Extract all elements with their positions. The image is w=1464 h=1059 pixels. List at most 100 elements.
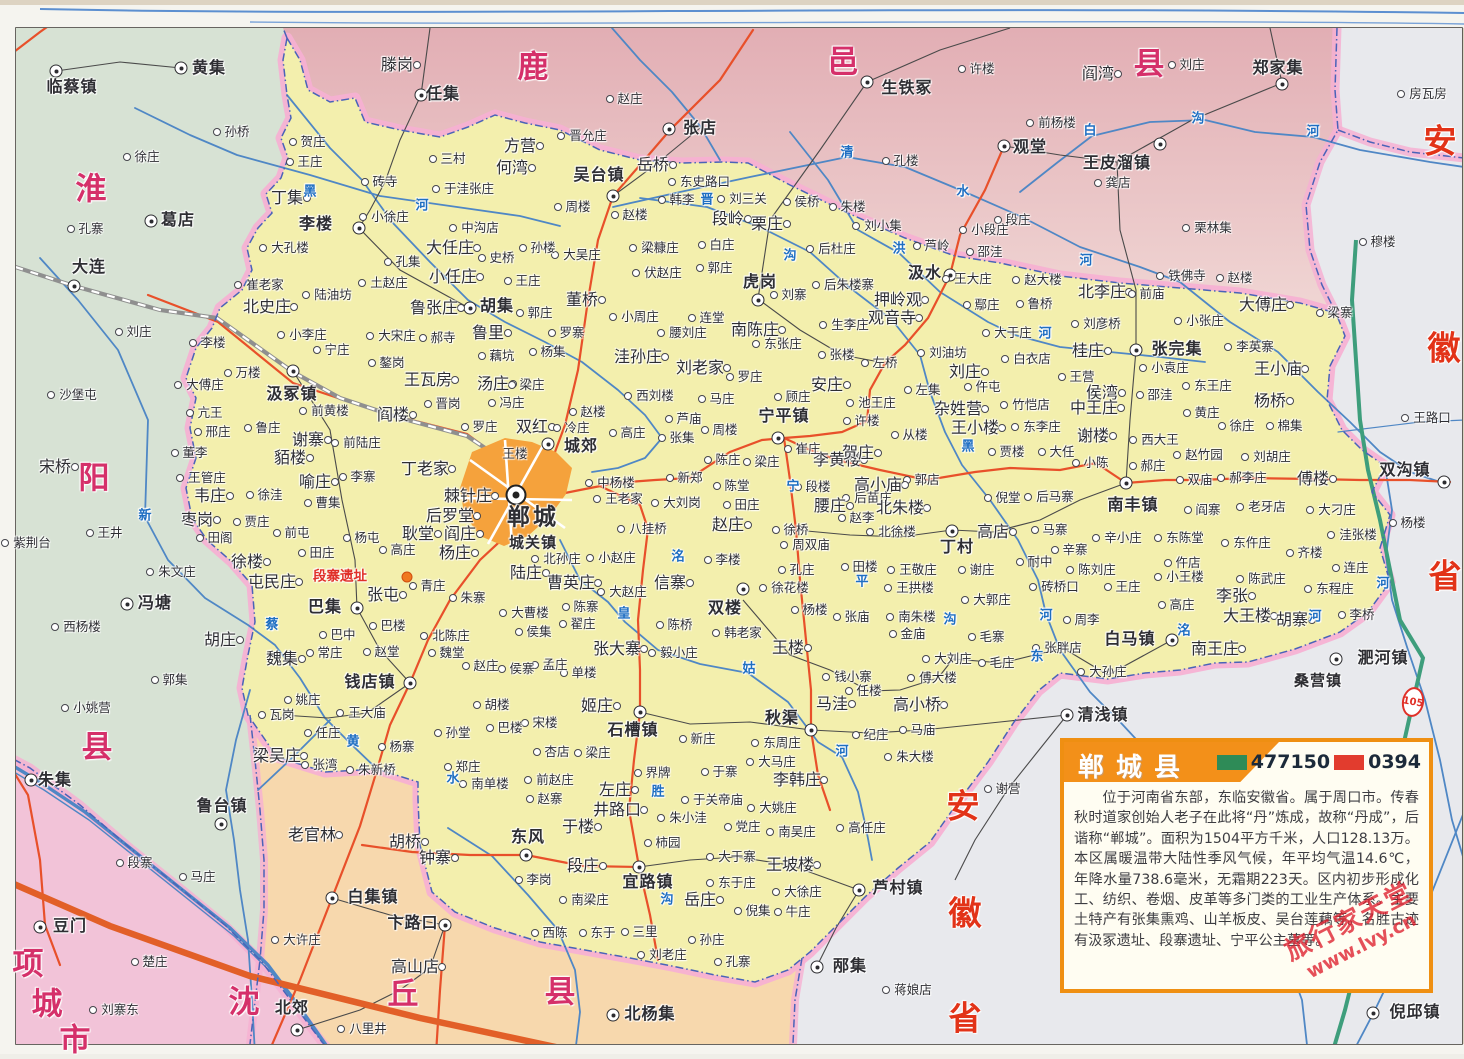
village-dot (171, 449, 179, 457)
village-dot (644, 839, 652, 847)
village-dot (668, 178, 676, 186)
village-label: 阎庄 (444, 526, 476, 542)
village-label: 邢庄 (205, 426, 230, 439)
village-dot (524, 776, 532, 784)
village-dot (891, 431, 899, 439)
village-label: 孙楼 (530, 242, 555, 255)
village-dot (189, 339, 197, 347)
map-page: 郸城县 477150 0394 位于河南省东部，东临安徽省。属于周口市。传春秋时… (0, 0, 1464, 1054)
village-label: 巴楼 (497, 722, 522, 735)
village-dot (244, 424, 252, 432)
village-label: 鲁桥 (1027, 298, 1052, 311)
village-label: 郝寺 (430, 332, 455, 345)
village-label: 辛寨 (1062, 544, 1087, 557)
village-label: 李楼 (715, 554, 740, 567)
village-label: 东于庄 (718, 877, 756, 890)
village-label: 邵洼 (1147, 389, 1172, 402)
village-label: 赵楼 (580, 406, 605, 419)
village-label: 腰庄 (814, 498, 846, 514)
village-label: 杨集 (540, 346, 565, 359)
town-label: 临蔡镇 (46, 79, 97, 95)
village-label: 高任庄 (848, 822, 886, 835)
village-label: 大刁庄 (1318, 504, 1356, 517)
village-label: 大吴庄 (563, 249, 601, 262)
town-dot (121, 598, 134, 611)
village-dot (887, 566, 895, 574)
village-label: 谢寨 (292, 432, 324, 448)
village-dot (1024, 493, 1032, 501)
village-dot (958, 566, 966, 574)
village-label: 小王楼 (1166, 571, 1204, 584)
town-dot (68, 280, 81, 293)
village-dot (536, 142, 544, 150)
village-label: 郝李庄 (1229, 472, 1267, 485)
town-label: 汲水 (908, 265, 942, 281)
village-label: 东周庄 (763, 737, 801, 750)
village-dot (698, 241, 706, 249)
village-dot (598, 296, 606, 304)
town-dot (1154, 138, 1167, 151)
village-dot (806, 245, 814, 253)
village-dot (557, 132, 565, 140)
town-label: 南丰镇 (1107, 497, 1158, 513)
village-dot (599, 862, 607, 870)
village-dot (1031, 526, 1039, 534)
village-dot (617, 525, 625, 533)
village-dot (833, 613, 841, 621)
village-dot (743, 458, 751, 466)
town-dot (506, 485, 527, 506)
village-label: 晋允庄 (569, 130, 607, 143)
village-label: 左桥 (872, 357, 897, 370)
village-dot (413, 61, 421, 69)
village-label: 朱寨 (460, 592, 485, 605)
town-label: 倪邱镇 (1389, 1004, 1440, 1020)
village-dot (1183, 409, 1191, 417)
village-label: 谢营 (995, 783, 1020, 796)
village-dot (984, 785, 992, 793)
village-dot (519, 244, 527, 252)
village-dot (304, 729, 312, 737)
village-dot (471, 549, 479, 557)
postal-code-swatch (1217, 755, 1247, 770)
village-label: 马庄 (190, 871, 215, 884)
village-label: 穆楼 (1370, 236, 1395, 249)
village-dot (984, 494, 992, 502)
village-dot (966, 248, 974, 256)
village-dot (1286, 549, 1294, 557)
village-dot (1182, 382, 1190, 390)
village-label: 王拱楼 (896, 582, 934, 595)
village-dot (444, 763, 452, 771)
village-label: 单楼 (571, 667, 596, 680)
village-label: 白衣店 (1013, 353, 1051, 366)
village-dot (378, 743, 386, 751)
village-label: 钱小寨 (834, 671, 872, 684)
town-label: 冯塘 (138, 595, 172, 611)
village-label: 马寨 (1042, 524, 1067, 537)
village-dot (476, 530, 484, 538)
village-dot (1038, 448, 1046, 456)
village-label: 西刘楼 (636, 390, 674, 403)
village-label: 沙堡屯 (59, 389, 97, 402)
river-label: 洪 (892, 243, 905, 256)
village-label: 小姚营 (73, 702, 111, 715)
village-label: 腰刘庄 (669, 327, 707, 340)
village-dot (1286, 397, 1294, 405)
province-label: 省 (949, 1002, 982, 1035)
village-dot (866, 528, 874, 536)
village-label: 朱小洼 (669, 812, 707, 825)
village-label: 段岭 (712, 211, 744, 227)
village-label: 田楼 (852, 561, 877, 574)
village-dot (585, 479, 593, 487)
village-label: 鲁里 (472, 325, 504, 341)
village-label: 朱文庄 (158, 566, 196, 579)
village-label: 枣岗 (181, 512, 213, 528)
village-label: 巴中 (330, 629, 355, 642)
village-dot (369, 622, 377, 630)
village-label: 鏊岗 (379, 357, 404, 370)
river-label: 黄 (346, 736, 359, 749)
river-label: 胜 (651, 786, 664, 799)
village-dot (515, 628, 523, 636)
village-label: 杨屯 (354, 532, 379, 545)
village-label: 王小庙 (1254, 361, 1302, 377)
village-label: 孙庄 (699, 934, 724, 947)
